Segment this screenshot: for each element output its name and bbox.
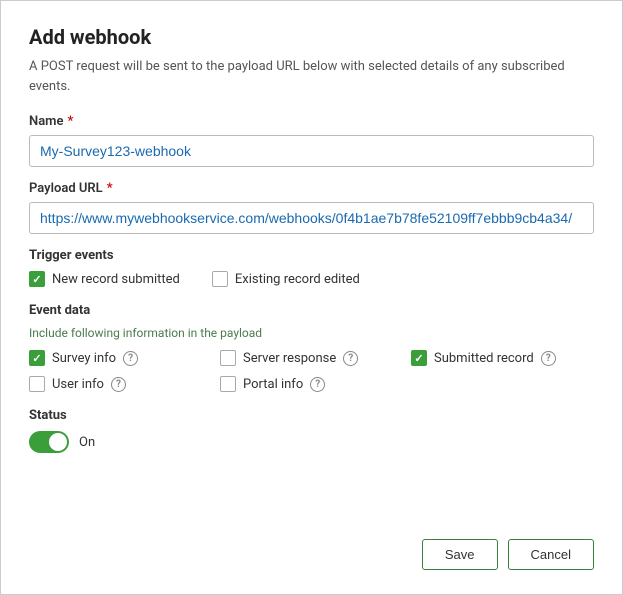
dialog-description: A POST request will be sent to the paylo… [29,57,594,96]
checkbox-survey-info[interactable]: ✓ Survey info ? [29,350,212,366]
submitted-record-label: Submitted record [434,351,534,366]
checkbox-submitted-record-box[interactable]: ✓ [411,350,427,366]
submitted-record-help-icon[interactable]: ? [541,351,556,366]
checkbox-portal-info[interactable]: Portal info ? [220,376,403,392]
event-data-grid: ✓ Survey info ? Server response ? ✓ Subm… [29,350,594,392]
checkbox-portal-info-box[interactable] [220,376,236,392]
new-record-label: New record submitted [52,272,180,287]
checkbox-survey-info-box[interactable]: ✓ [29,350,45,366]
toggle-label: On [79,435,95,450]
checkbox-existing-record-box[interactable] [212,271,228,287]
footer-buttons: Save Cancel [29,519,594,570]
checkmark-icon: ✓ [32,274,41,285]
checkbox-user-info[interactable]: User info ? [29,376,212,392]
cancel-button[interactable]: Cancel [508,539,594,570]
survey-info-label: Survey info [52,351,116,366]
existing-record-label: Existing record edited [235,272,360,287]
checkbox-existing-record[interactable]: Existing record edited [212,271,360,287]
status-toggle[interactable] [29,431,69,453]
name-required-star: * [67,114,73,129]
payload-required-star: * [107,181,113,196]
survey-info-help-icon[interactable]: ? [123,351,138,366]
checkmark-icon: ✓ [32,353,41,364]
user-info-label: User info [52,377,104,392]
event-data-subtitle: Include following information in the pay… [29,326,594,340]
event-data-section: Event data Include following information… [29,303,594,392]
portal-info-help-icon[interactable]: ? [310,377,325,392]
name-input[interactable] [29,135,594,167]
name-label: Name * [29,114,594,129]
trigger-events-row: ✓ New record submitted Existing record e… [29,271,594,287]
payload-url-input[interactable] [29,202,594,234]
status-section: Status On [29,408,594,453]
status-label: Status [29,408,594,423]
user-info-help-icon[interactable]: ? [111,377,126,392]
dialog-title: Add webhook [29,25,594,49]
add-webhook-dialog: Add webhook A POST request will be sent … [0,0,623,595]
checkbox-server-response[interactable]: Server response ? [220,350,403,366]
save-button[interactable]: Save [422,539,498,570]
checkbox-submitted-record[interactable]: ✓ Submitted record ? [411,350,594,366]
toggle-knob [49,433,67,451]
payload-url-label: Payload URL * [29,181,594,196]
checkbox-user-info-box[interactable] [29,376,45,392]
toggle-row: On [29,431,594,453]
event-data-label: Event data [29,303,594,318]
server-response-help-icon[interactable]: ? [343,351,358,366]
checkbox-new-record[interactable]: ✓ New record submitted [29,271,180,287]
checkbox-server-response-box[interactable] [220,350,236,366]
trigger-events-label: Trigger events [29,248,594,263]
server-response-label: Server response [243,351,336,366]
checkmark-icon: ✓ [414,353,423,364]
checkbox-new-record-box[interactable]: ✓ [29,271,45,287]
portal-info-label: Portal info [243,377,303,392]
